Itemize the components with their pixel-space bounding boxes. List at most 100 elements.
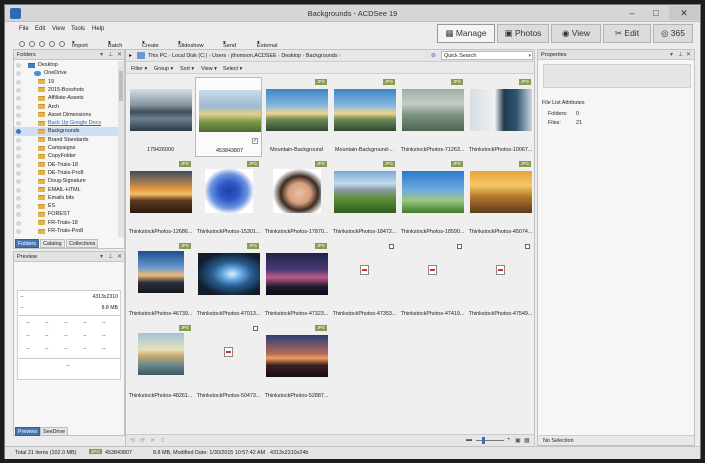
thumbnail-item[interactable]: JPG ThinkstockPhotos-18472... [331,159,398,239]
thumbnail-item[interactable]: JPG ThinkstockPhotos-10067... [467,77,533,157]
home-icon[interactable] [59,41,65,47]
zoom-out-icon[interactable]: ▬ [466,437,472,443]
mode-view-button[interactable]: ◉ View [551,24,601,43]
chevron-down-icon[interactable]: ▾ [528,52,531,60]
tree-radio-icon[interactable] [16,162,21,168]
pane-menu-icon[interactable]: ▾ [670,51,673,58]
folder-tree-item[interactable]: Doug-Signature [14,177,118,185]
folder-tree-item[interactable]: FR-Trials-Pro8 [14,227,118,235]
menu-file[interactable]: File [19,26,29,32]
thumbnail-item[interactable]: JPG ThinkstockPhotos-15301... [195,159,262,239]
delete-icon[interactable]: ✕ [150,437,155,444]
fit-view-icon[interactable]: ▣ [515,437,521,444]
mode-photos-button[interactable]: ▣ Photos [497,24,549,43]
share-icon[interactable]: ⇪ [160,437,165,444]
tab-preview[interactable]: Preview [15,427,41,436]
tab-seedrive[interactable]: SeeDrive [40,427,69,436]
tab-catalog[interactable]: Catalog [40,239,65,248]
view-menu[interactable]: View ▾ [201,66,217,72]
pin-icon[interactable]: ⊥ [108,51,113,58]
thumbnail-size-icon[interactable]: ▦ [524,437,530,444]
close-icon[interactable]: ✕ [117,51,122,58]
menu-tools[interactable]: Tools [71,26,85,32]
folder-tree-item[interactable]: Backgrounds [14,127,118,136]
folder-tree-item[interactable]: Emails bits [14,194,118,202]
mode-365-button[interactable]: ◎ 365 [653,24,693,43]
close-icon[interactable]: ✕ [686,51,691,58]
forward-icon[interactable] [29,41,35,47]
thumbnail-item[interactable]: JPG ThinkstockPhotos-47323... [263,241,330,321]
pane-menu-icon[interactable]: ▾ [100,253,103,260]
thumbnail-item[interactable]: JPG ThinkstockPhotos-47013... [195,241,262,321]
tree-radio-icon[interactable] [16,63,21,68]
folder-tree-item[interactable]: Brand Standards [14,136,118,144]
menu-edit[interactable]: Edit [35,26,45,32]
breadcrumb-item[interactable]: Local Disk (C:) [172,53,207,59]
tree-radio-icon[interactable] [16,220,21,226]
folder-tree-item[interactable]: EMAIL-HTML [14,186,118,194]
tree-radio-icon[interactable] [16,87,21,93]
back-icon[interactable] [19,41,25,47]
breadcrumb-item[interactable]: Backgrounds [306,53,337,59]
pin-icon[interactable]: ⊥ [108,253,113,260]
zoom-slider[interactable] [476,440,504,441]
minimize-button[interactable]: – [621,6,643,20]
send-menu[interactable]: Send ▾ [223,40,236,49]
folder-tree-item[interactable]: Campaigns [14,144,118,152]
folder-tree-item[interactable]: Desktop [14,61,118,69]
thumbnail-item[interactable]: 179426000 [127,77,194,157]
tree-radio-icon[interactable] [16,104,21,110]
breadcrumb-item[interactable]: Desktop [281,53,301,59]
mode-manage-button[interactable]: ▦ Manage [437,24,495,43]
thumbnail-item[interactable]: JPG Mountain-Background-... [331,77,398,157]
folder-tree-item[interactable]: Arch [14,103,118,111]
refresh-icon[interactable] [49,41,55,47]
slideshow-menu[interactable]: Slideshow ▾ [178,40,204,49]
up-icon[interactable] [39,41,45,47]
folder-tree-item[interactable]: OneDrive [14,69,118,77]
tree-radio-icon[interactable] [16,146,21,151]
breadcrumb-separator[interactable]: › [337,53,341,59]
pane-menu-icon[interactable]: ▾ [100,51,103,58]
folder-tree-item[interactable]: 19 [14,78,118,86]
folder-tree-item[interactable]: 2015-Boxshots [14,86,118,94]
thumbnail-item[interactable]: JPG ThinkstockPhotos-46739... [127,241,194,321]
thumbnail-item[interactable]: ThinkstockPhotos-47549... [467,241,533,321]
import-menu[interactable]: Import ▾ [72,40,88,49]
create-menu[interactable]: Create ▾ [142,40,159,49]
batch-menu[interactable]: Batch ▾ [108,40,122,49]
thumbnail-item[interactable]: JPG ThinkstockPhotos-45074... [467,159,533,239]
thumbnail-item[interactable]: JPG ThinkstockPhotos-71263... [399,77,466,157]
tree-radio-icon[interactable] [16,79,21,85]
thumbnail-item[interactable]: JPG ThinkstockPhotos-17870... [263,159,330,239]
rotate-left-icon[interactable]: ⟲ [130,437,135,444]
tree-radio-icon[interactable] [16,137,21,143]
close-icon[interactable]: ✕ [117,253,122,260]
menu-view[interactable]: View [52,26,65,32]
thumbnail-item[interactable]: ThinkstockPhotos-50473... [195,323,262,403]
pin-icon[interactable]: ⊥ [678,51,683,58]
folder-tree-item[interactable]: Back Up Google Docs [14,119,118,127]
tree-radio-icon[interactable] [16,121,21,127]
thumbnail-item[interactable]: ThinkstockPhotos-47419... [399,241,466,321]
breadcrumb-item[interactable]: jthomson.ACDSEE [231,53,277,59]
tree-radio-icon[interactable] [16,179,21,185]
thumbnail-item[interactable]: ThinkstockPhotos-47353... [331,241,398,321]
tree-radio-icon[interactable] [16,96,21,102]
maximize-button[interactable]: □ [645,6,667,20]
tree-radio-icon[interactable] [16,195,21,201]
folder-tree-item[interactable]: CopyFolder [14,152,118,160]
path-up-icon[interactable]: ▸ [129,52,132,59]
external-editors-menu[interactable]: External Editors ▾ [257,40,278,55]
filter-menu[interactable]: Filter ▾ [131,66,147,72]
tree-radio-icon[interactable] [16,112,21,118]
select-menu[interactable]: Select ▾ [223,66,242,72]
tree-radio-icon[interactable] [16,170,21,176]
group-menu[interactable]: Group ▾ [154,66,173,72]
folder-tree-item[interactable]: DE-Trials-Pro8 [14,169,118,177]
zoom-slider-thumb[interactable] [482,437,485,444]
folder-tree-scrollbar[interactable] [118,61,124,237]
tree-radio-icon[interactable] [16,229,21,234]
thumbnail-item[interactable]: JPG ThinkstockPhotos-48261... [127,323,194,403]
tab-folders[interactable]: Folders [15,239,39,248]
